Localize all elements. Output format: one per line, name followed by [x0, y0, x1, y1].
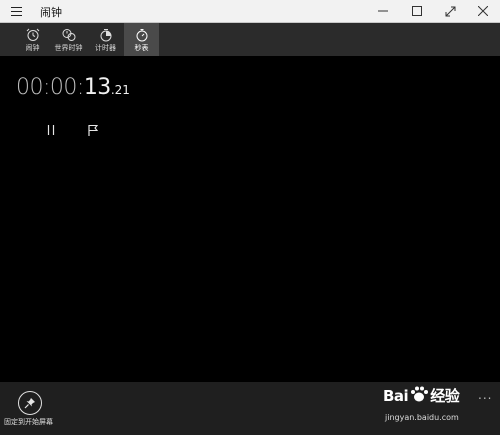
tab-label: 计时器: [95, 44, 116, 52]
fullscreen-icon: [445, 6, 455, 16]
close-button[interactable]: [468, 0, 498, 22]
tab-world-clock[interactable]: 世界时钟: [51, 23, 86, 56]
pin-to-start-label: 固定到开始屏幕: [4, 418, 53, 426]
window-title: 闹钟: [40, 6, 62, 19]
flag-icon: [88, 124, 99, 136]
maximize-button[interactable]: [402, 0, 432, 22]
tab-label: 秒表: [134, 44, 149, 52]
tab-bar: 闹钟 世界时钟 计时器 秒表: [0, 23, 500, 56]
title-bar: 闹钟: [0, 0, 500, 23]
tab-label: 闹钟: [25, 44, 40, 52]
hamburger-menu-icon[interactable]: [10, 4, 24, 18]
bottom-app-bar: 固定到开始屏幕 ...: [0, 382, 500, 435]
stopwatch-hours-minutes: 00:00:: [16, 75, 84, 100]
tab-stopwatch[interactable]: 秒表: [124, 23, 159, 56]
minimize-icon: [378, 10, 388, 12]
stopwatch-hundredths: .21: [110, 83, 130, 97]
minimize-button[interactable]: [368, 0, 398, 22]
world-clock-icon: [62, 29, 75, 41]
alarm-icon: [26, 28, 39, 41]
stopwatch-display: 00:00:13.21: [16, 75, 130, 100]
maximize-icon: [412, 6, 422, 16]
tab-timer[interactable]: 计时器: [88, 23, 123, 56]
stopwatch-panel: 00:00:13.21: [0, 56, 500, 382]
stopwatch-icon: [136, 29, 147, 42]
fullscreen-button[interactable]: [435, 0, 465, 22]
pause-icon: [47, 125, 55, 135]
pin-icon: [24, 398, 35, 409]
tab-label: 世界时钟: [54, 44, 83, 52]
close-icon: [478, 6, 488, 16]
timer-icon: [100, 29, 111, 42]
lap-button[interactable]: [85, 122, 101, 138]
more-options-button[interactable]: ...: [478, 388, 492, 402]
stopwatch-seconds: 13: [83, 75, 112, 100]
tab-alarm[interactable]: 闹钟: [15, 23, 50, 56]
pin-to-start-button[interactable]: [18, 391, 42, 415]
pause-button[interactable]: [43, 122, 59, 138]
